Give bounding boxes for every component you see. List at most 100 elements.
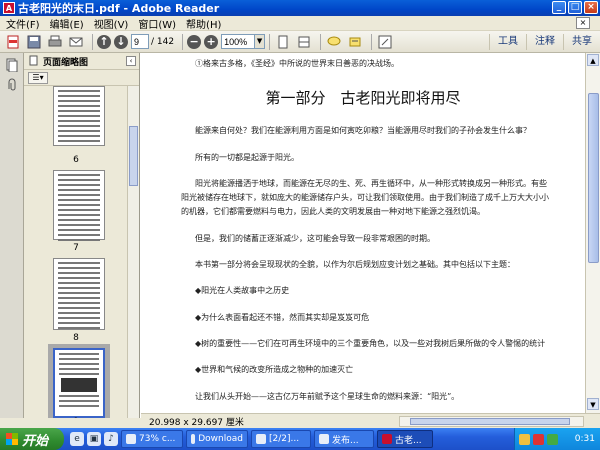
title-bar: A 古老阳光的末日.pdf - Adobe Reader _ □ ×: [0, 0, 600, 16]
panel-header: 页面缩略图 ‹: [24, 53, 139, 70]
paragraph: 阳光被储存在地球下，就如庞大的能源储存户头，可让我们领取使用。由于我们制造了成千…: [181, 193, 549, 202]
previous-page-icon[interactable]: ↑: [97, 34, 111, 49]
page-thumbnails-icon[interactable]: [4, 57, 20, 73]
task-icon: [256, 434, 266, 444]
fit-width-icon[interactable]: [295, 33, 313, 51]
paragraph: 让我们从头开始——这古亿万年前赋予这个星球生命的燃料来源：“阳光”。: [195, 392, 460, 401]
bullet-item: ◆为什么表面看起还不错，然而其实却是岌岌可危: [195, 313, 370, 322]
horizontal-scrollbar[interactable]: [399, 416, 584, 427]
horizontal-scroll-thumb[interactable]: [410, 418, 570, 425]
highlight-icon[interactable]: [346, 33, 364, 51]
network-icon[interactable]: [519, 433, 530, 445]
thumbnail-list: 6 7 8: [24, 86, 128, 418]
desktop-icon[interactable]: ▣: [87, 432, 101, 446]
thumbnail-page-selected[interactable]: [53, 348, 105, 418]
thumbnails-header-icon: [28, 55, 40, 67]
print-icon[interactable]: [46, 33, 64, 51]
thumbnail-page[interactable]: [53, 258, 105, 330]
page-total: / 142: [151, 36, 175, 47]
share-link[interactable]: 共享: [563, 34, 600, 50]
zoom-in-icon[interactable]: +: [204, 34, 219, 49]
page-number-input[interactable]: [131, 34, 149, 49]
toolbar: ↑ ↓ / 142 − + ▼ 工具 注释 共享: [0, 31, 600, 53]
paragraph: 但是，我们的储蓄正逐渐减少，这可能会导致一段非常艰困的时期。: [195, 234, 435, 243]
start-label: 开始: [22, 433, 49, 449]
taskbar-item[interactable]: [2/2]...: [251, 430, 311, 448]
thumbnail-page[interactable]: [53, 170, 105, 241]
menu-help[interactable]: 帮助(H): [184, 16, 229, 31]
navigation-strip: [0, 53, 24, 418]
thumbnail-label: 8: [73, 333, 79, 343]
document-view[interactable]: ①格来古多格，《圣经》中所说的世界末日善恶的决战场。 第一部分 古老阳光即将用尽…: [141, 53, 585, 413]
start-button[interactable]: 开始: [0, 428, 64, 450]
toolbar-separator: [182, 33, 184, 50]
scroll-up-icon[interactable]: ▲: [587, 54, 599, 66]
antivirus-icon[interactable]: [533, 433, 544, 445]
minimize-button[interactable]: _: [552, 1, 566, 14]
system-tray: 0:31: [514, 428, 600, 450]
menu-file[interactable]: 文件(F): [4, 16, 48, 31]
document-scrollbar[interactable]: ▲ ▼: [585, 53, 600, 413]
zoom-out-icon[interactable]: −: [187, 34, 202, 49]
task-icon: [126, 434, 136, 444]
create-pdf-icon[interactable]: [4, 33, 22, 51]
toolbar-right-links: 工具 注释 共享: [489, 31, 600, 53]
chapter-heading: 第一部分 古老阳光即将用尽: [265, 89, 461, 107]
footnote-line: ①格来古多格，《圣经》中所说的世界末日善恶的决战场。: [195, 59, 399, 68]
status-bar: 20.998 x 29.697 厘米: [141, 413, 600, 428]
toolbar-separator: [371, 33, 373, 50]
folder-icon: [191, 434, 196, 444]
menu-bar: 文件(F) 编辑(E) 视图(V) 窗口(W) 帮助(H) ×: [0, 16, 600, 31]
fit-page-icon[interactable]: [274, 33, 292, 51]
taskbar-item[interactable]: 发布...: [314, 430, 374, 448]
windows-logo-icon: [6, 433, 18, 445]
close-button[interactable]: ×: [584, 1, 598, 14]
thumbnail-page[interactable]: [53, 86, 105, 146]
toolbar-separator: [320, 33, 322, 50]
quick-launch: e ▣ ♪: [70, 432, 118, 446]
panel-title: 页面缩略图: [43, 57, 89, 68]
zoom-dropdown-icon[interactable]: ▼: [255, 34, 266, 49]
panel-collapse-icon[interactable]: ‹: [126, 56, 136, 66]
windows-taskbar: 开始 e ▣ ♪ 73% c... Download [2/2]... 发布..…: [0, 428, 600, 450]
menu-window[interactable]: 窗口(W): [136, 16, 184, 31]
panel-footer: [0, 418, 141, 428]
next-page-icon[interactable]: ↓: [114, 34, 128, 49]
scroll-down-icon[interactable]: ▼: [587, 398, 599, 410]
paragraph: 所有的一切都是起源于阳光。: [195, 153, 299, 162]
thumbnail-label: 7: [73, 243, 79, 253]
adobe-reader-icon: A: [3, 2, 15, 14]
media-icon[interactable]: ♪: [104, 432, 118, 446]
taskbar-item[interactable]: Download: [186, 430, 248, 448]
bullet-item: ◆阳光在人类故事中之历史: [195, 286, 290, 295]
comment-icon[interactable]: [325, 33, 343, 51]
zoom-input[interactable]: [221, 34, 256, 49]
comment-link[interactable]: 注释: [526, 34, 563, 50]
expand-icon[interactable]: [376, 33, 394, 51]
thumbnail-panel: 页面缩略图 ‹ ☰▾ 6 7 8 9: [24, 53, 140, 427]
save-icon[interactable]: [25, 33, 43, 51]
options-dropdown-icon[interactable]: ☰▾: [28, 71, 48, 84]
thumbnail-scroll-thumb[interactable]: [129, 126, 138, 186]
email-icon[interactable]: [67, 33, 85, 51]
paragraph: 的机器，它们都需要燃料与电力，因此人类的文明发展由一种对地下能源之强烈饥渴。: [181, 207, 485, 216]
thumbnail-label: 6: [73, 155, 79, 165]
menu-view[interactable]: 视图(V): [92, 16, 137, 31]
page-size-readout: 20.998 x 29.697 厘米: [149, 417, 244, 428]
toolbar-separator: [269, 33, 271, 50]
document-scroll-thumb[interactable]: [588, 93, 599, 263]
tools-link[interactable]: 工具: [489, 34, 526, 50]
bullet-item: ◆树的重要性——它们在可再生环境中的三个重要角色，以及一些对我树后果所做的令人警…: [195, 339, 546, 348]
panel-options: ☰▾: [24, 70, 139, 86]
taskbar-item[interactable]: 73% c...: [121, 430, 183, 448]
maximize-button[interactable]: □: [568, 1, 582, 14]
window-controls: _ □ ×: [552, 1, 598, 14]
menu-edit[interactable]: 编辑(E): [48, 16, 92, 31]
menu-close-doc-icon[interactable]: ×: [576, 17, 590, 29]
thumbnail-scrollbar[interactable]: [127, 86, 139, 418]
paragraph: 能源来自何处？我们在能源利用方面是如何寅吃卯粮？当能源用尽时我们的子孙会发生什么…: [195, 126, 531, 135]
volume-icon[interactable]: [547, 433, 558, 445]
taskbar-item-active[interactable]: 古老...: [377, 430, 433, 448]
ie-icon[interactable]: e: [70, 432, 84, 446]
attachments-icon[interactable]: [4, 77, 20, 93]
